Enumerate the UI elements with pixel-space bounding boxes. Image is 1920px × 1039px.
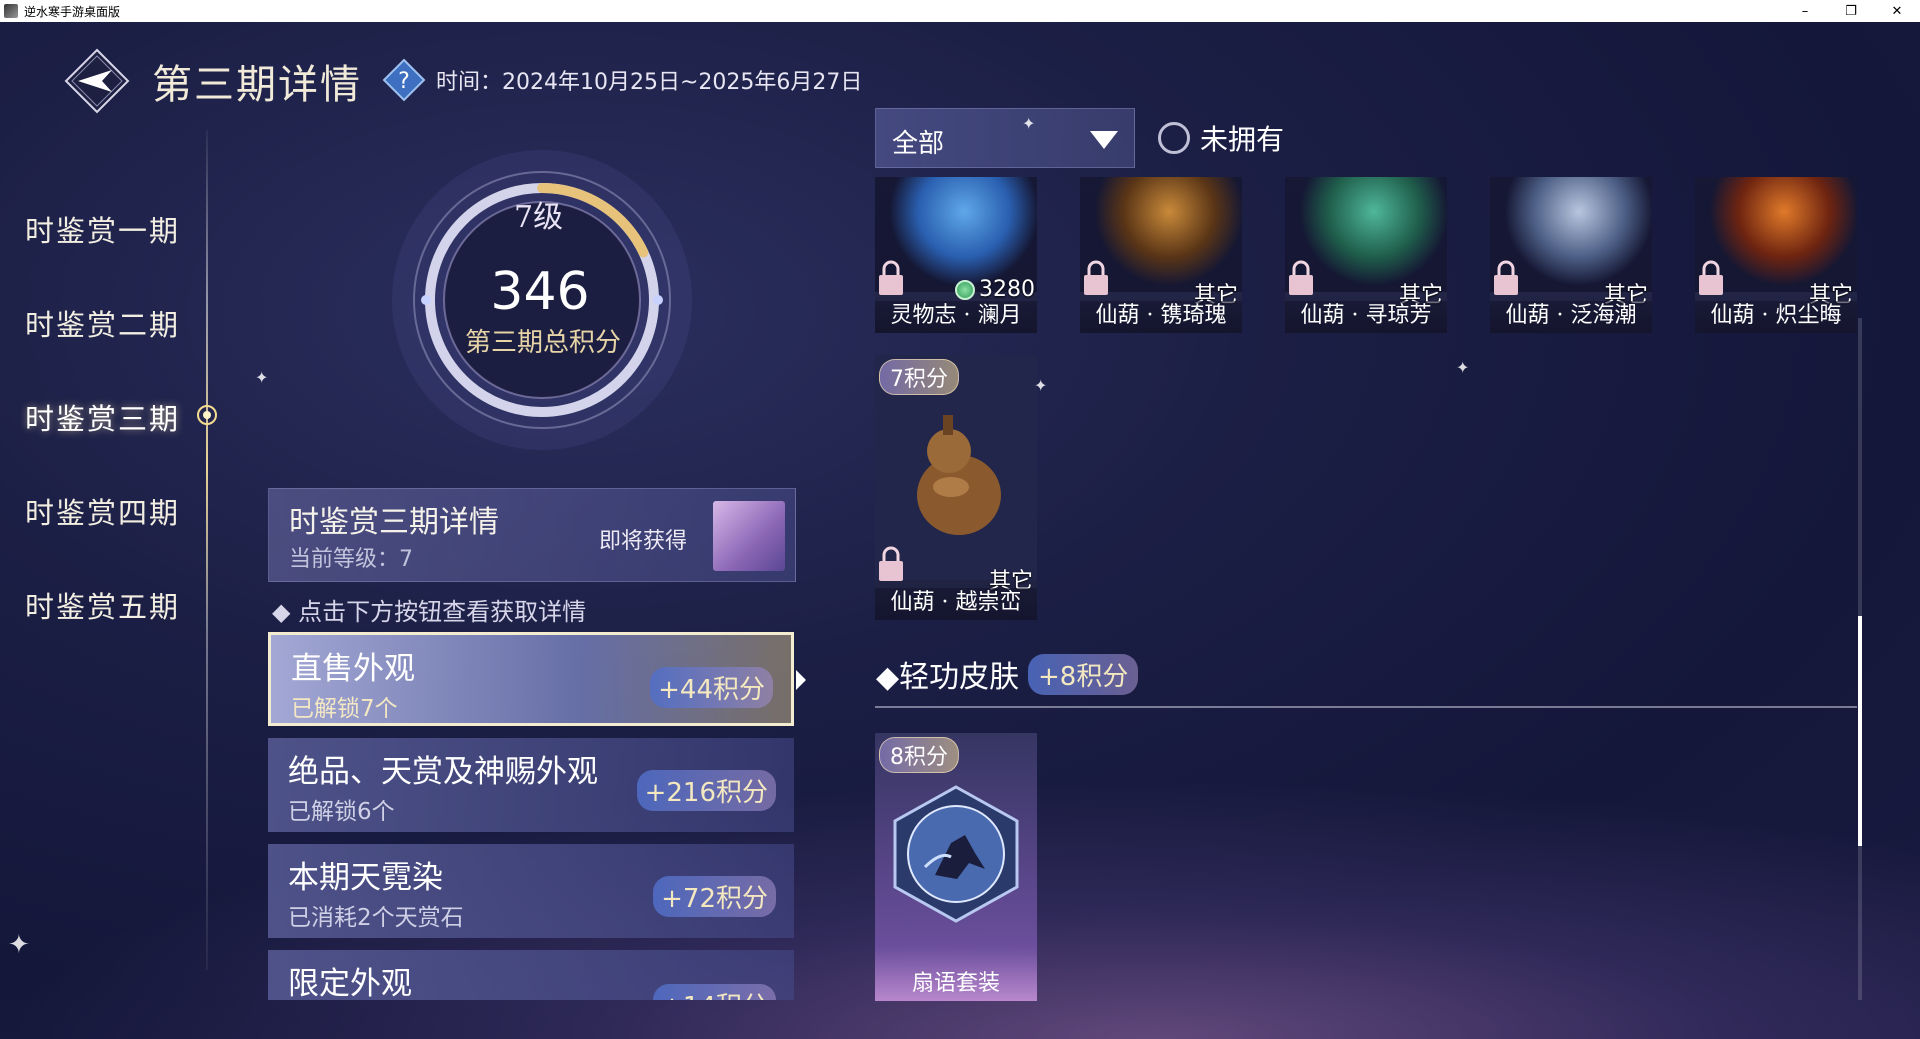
section-points-badge: +8积分 <box>1028 654 1139 695</box>
section-divider <box>875 706 1857 708</box>
upcoming-reward-thumbnail[interactable] <box>713 501 785 571</box>
app-icon <box>4 4 18 18</box>
active-indicator-icon <box>196 404 218 426</box>
section-title: ◆轻功皮肤 <box>876 660 1020 695</box>
featured-item-card[interactable]: 7积分 其它 仙葫 · 越崇峦 <box>875 355 1037 620</box>
question-icon: ? <box>382 58 426 102</box>
item-price-value: 3280 <box>979 277 1035 302</box>
total-score-label: 第三期总积分 <box>464 328 621 358</box>
item-card[interactable]: 其它 仙葫 · 炽尘晦 <box>1695 177 1857 333</box>
lock-icon <box>1082 259 1110 297</box>
item-card[interactable]: 3280 灵物志 · 澜月 <box>875 177 1037 333</box>
item-name: 仙葫 · 泛海潮 <box>1490 301 1652 333</box>
lock-icon <box>877 259 905 297</box>
help-button[interactable]: ? <box>382 58 426 102</box>
category-dye[interactable]: 本期天霓染 已消耗2个天赏石 +72积分 <box>268 844 794 938</box>
minimize-button[interactable]: – <box>1782 0 1828 22</box>
category-points-badge: +14积分 <box>653 984 776 1000</box>
category-sub: 已消耗2个天赏石 <box>288 905 464 931</box>
category-name: 绝品、天赏及神赐外观 <box>288 754 598 790</box>
nav-divider <box>206 130 208 970</box>
level-label: 7级 <box>514 200 564 235</box>
svg-text:?: ? <box>398 69 410 94</box>
current-level: 当前等级：7 <box>289 547 413 572</box>
nav-item-period-4[interactable]: 时鉴赏四期 <box>25 490 180 532</box>
points-tag: 7积分 <box>879 359 959 395</box>
page-title: 第三期详情 <box>152 62 362 108</box>
item-name: 仙葫 · 寻琼芳 <box>1285 301 1447 333</box>
sparkle-icon: ✦ <box>255 368 269 387</box>
upcoming-label: 即将获得 <box>599 529 688 554</box>
item-name: 仙葫 · 镌琦瑰 <box>1080 301 1242 333</box>
nav-item-period-3[interactable]: 时鉴赏三期 <box>25 396 180 438</box>
detail-title: 时鉴赏三期详情 <box>289 505 499 540</box>
period-detail-card[interactable]: 时鉴赏三期详情 当前等级：7 即将获得 <box>268 488 796 582</box>
restore-button[interactable]: ❐ <box>1828 0 1874 22</box>
lock-icon <box>877 545 905 583</box>
lock-icon <box>1697 259 1725 297</box>
selected-arrow-icon <box>796 670 806 690</box>
skin-card[interactable]: 8积分 扇语套装 <box>875 733 1037 1001</box>
item-name: 仙葫 · 越崇峦 <box>875 588 1037 620</box>
window-titlebar: 逆水寒手游桌面版 – ❐ ✕ <box>0 0 1920 22</box>
date-range: 时间：2024年10月25日~2025年6月27日 <box>436 70 863 95</box>
back-button[interactable] <box>64 48 130 114</box>
hint-text: ◆ 点击下方按钮查看获取详情 <box>272 598 587 626</box>
nav-item-period-1[interactable]: 时鉴赏一期 <box>25 208 180 250</box>
item-name: 灵物志 · 澜月 <box>875 301 1037 333</box>
category-name: 直售外观 <box>291 651 415 687</box>
back-arrow-icon <box>64 48 130 114</box>
category-limited[interactable]: 限定外观 +14积分 <box>268 950 794 1000</box>
item-card[interactable]: 其它 仙葫 · 寻琼芳 <box>1285 177 1447 333</box>
filter-value: 全部 <box>892 129 945 159</box>
chevron-down-icon <box>1090 131 1118 149</box>
category-points-badge: +44积分 <box>650 667 773 708</box>
item-price: 3280 <box>955 277 1035 302</box>
nav-item-period-2[interactable]: 时鉴赏二期 <box>25 302 180 344</box>
item-card[interactable]: 其它 仙葫 · 镌琦瑰 <box>1080 177 1242 333</box>
total-score: 346 <box>490 262 590 322</box>
item-card[interactable]: 其它 仙葫 · 泛海潮 <box>1490 177 1652 333</box>
filter-dropdown[interactable]: 全部 <box>875 108 1135 168</box>
category-name: 本期天霓染 <box>288 860 443 896</box>
lock-icon <box>1492 259 1520 297</box>
lock-icon <box>1287 259 1315 297</box>
item-name: 仙葫 · 炽尘晦 <box>1695 301 1857 333</box>
nav-item-period-5[interactable]: 时鉴赏五期 <box>25 584 180 626</box>
category-name: 限定外观 <box>288 966 412 1000</box>
category-direct-sale[interactable]: 直售外观 已解锁7个 +44积分 <box>268 632 794 726</box>
jade-coin-icon <box>955 279 975 300</box>
category-sub: 已解锁6个 <box>288 799 395 825</box>
category-points-badge: +72积分 <box>653 876 776 917</box>
sparkle-icon: ✦ <box>1456 358 1470 377</box>
points-tag: 8积分 <box>879 737 959 773</box>
window-title: 逆水寒手游桌面版 <box>24 4 121 19</box>
scrollbar[interactable] <box>1858 318 1862 1000</box>
sparkle-icon: ✦ <box>1022 114 1036 133</box>
category-sub: 已解锁7个 <box>291 696 398 722</box>
unowned-radio[interactable] <box>1158 122 1190 154</box>
skin-name: 扇语套装 <box>911 971 1000 996</box>
scroll-thumb[interactable] <box>1858 616 1862 847</box>
sparkle-icon: ✦ <box>1034 376 1048 395</box>
qinggong-skin-emblem <box>893 785 1019 923</box>
sparkle-icon: ✦ <box>8 930 30 960</box>
category-premium[interactable]: 绝品、天赏及神赐外观 已解锁6个 +216积分 <box>268 738 794 832</box>
category-points-badge: +216积分 <box>636 770 776 811</box>
unowned-label[interactable]: 未拥有 <box>1200 118 1284 158</box>
close-button[interactable]: ✕ <box>1874 0 1920 22</box>
